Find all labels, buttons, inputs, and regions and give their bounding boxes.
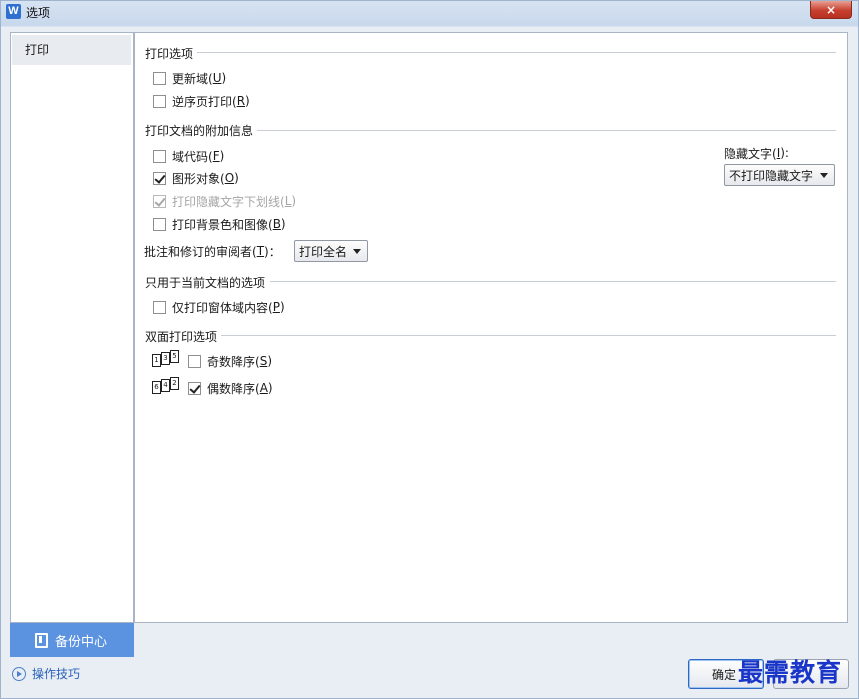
- chevron-down-icon: [353, 249, 361, 254]
- option-label: 隐藏文字(: [724, 146, 777, 161]
- dialog-title: 选项: [26, 6, 51, 20]
- option-label: 图形对象(: [172, 171, 225, 186]
- even-reverse-checkbox[interactable]: [188, 381, 201, 395]
- backup-icon: [35, 632, 48, 648]
- odd-pages-icon: 1 3 5: [152, 350, 184, 370]
- accelerator-key: A: [259, 381, 268, 395]
- sidebar: 打印: [10, 32, 134, 623]
- ok-button-label: 确定: [711, 667, 736, 682]
- wps-writer-icon: W: [6, 4, 21, 19]
- page-icon: 4: [161, 379, 170, 392]
- watermark: 最需教育: [738, 658, 843, 687]
- option-label: 奇数降序(: [207, 354, 260, 369]
- update-fields-option[interactable]: 更新域(U): [153, 70, 226, 86]
- hidden-underline-checkbox: [153, 194, 166, 208]
- group-title-extra-info: 打印文档的附加信息: [145, 122, 258, 139]
- option-label-end: )：: [264, 244, 281, 259]
- field-codes-option[interactable]: 域代码(F): [153, 148, 224, 164]
- option-label-end: ): [219, 149, 225, 163]
- hidden-underline-option: 打印隐藏文字下划线(L): [153, 193, 296, 209]
- accelerator-key: O: [224, 171, 235, 185]
- divider: [245, 130, 836, 131]
- option-label: 打印背景色和图像(: [172, 217, 273, 232]
- group-title-current-doc: 只用于当前文档的选项: [145, 274, 270, 291]
- update-fields-checkbox[interactable]: [153, 71, 166, 85]
- field-codes-checkbox[interactable]: [153, 149, 166, 163]
- backup-center-label: 备份中心: [55, 634, 108, 650]
- accelerator-key: B: [272, 217, 281, 231]
- options-dialog: W 选项 × 打印 备份中心 操作技巧 打印选项 更新域(U) 逆序页打印(R)…: [0, 0, 859, 699]
- option-label-end: ):: [780, 146, 789, 160]
- page-icon: 2: [170, 377, 179, 390]
- even-reverse-option[interactable]: 偶数降序(A): [188, 380, 273, 396]
- accelerator-key: T: [256, 244, 265, 258]
- group-title-print-options: 打印选项: [145, 45, 198, 62]
- accelerator-key: R: [236, 94, 246, 108]
- accelerator-key: S: [259, 354, 268, 368]
- option-label-end: ): [234, 171, 239, 185]
- option-label-end: ): [267, 354, 272, 368]
- sidebar-item-print[interactable]: 打印: [12, 35, 131, 65]
- tips-label: 操作技巧: [32, 667, 81, 681]
- tips-link[interactable]: 操作技巧: [12, 665, 80, 682]
- group-title-duplex: 双面打印选项: [145, 328, 222, 345]
- divider: [270, 281, 836, 282]
- form-fields-checkbox[interactable]: [153, 300, 166, 314]
- hidden-text-select[interactable]: 不打印隐藏文字: [724, 164, 835, 186]
- even-pages-icon: 6 4 2: [152, 377, 184, 397]
- hidden-text-select-value: 不打印隐藏文字: [729, 168, 814, 183]
- drawing-objects-option[interactable]: 图形对象(O): [153, 170, 239, 186]
- reviewer-select-value: 打印全名: [299, 244, 348, 259]
- background-checkbox[interactable]: [153, 217, 166, 231]
- accelerator-key: U: [212, 71, 222, 85]
- reverse-order-checkbox[interactable]: [153, 94, 166, 108]
- odd-reverse-option[interactable]: 奇数降序(S): [188, 353, 272, 369]
- close-button[interactable]: ×: [810, 1, 852, 19]
- page-icon: 6: [152, 381, 161, 394]
- backup-center-button[interactable]: 备份中心: [10, 623, 134, 657]
- reverse-order-option[interactable]: 逆序页打印(R): [153, 93, 250, 109]
- option-label: 偶数降序(: [207, 381, 260, 396]
- option-label: 批注和修订的审阅者(: [144, 244, 257, 259]
- page-icon: 3: [161, 352, 170, 365]
- option-label: 逆序页打印(: [172, 94, 237, 109]
- odd-reverse-checkbox[interactable]: [188, 354, 201, 368]
- accelerator-key: F: [212, 149, 220, 163]
- option-label-end: ): [221, 71, 227, 85]
- divider: [195, 52, 836, 53]
- background-option[interactable]: 打印背景色和图像(B): [153, 216, 286, 232]
- accelerator-key: L: [284, 194, 292, 208]
- option-label-end: ): [291, 194, 297, 208]
- option-label-end: ): [267, 381, 273, 395]
- title-bar: W 选项 ×: [1, 1, 858, 23]
- option-label-end: ): [279, 300, 285, 314]
- sidebar-item-label: 打印: [25, 43, 50, 57]
- reviewer-label: 批注和修订的审阅者(T)：: [144, 243, 281, 259]
- option-label: 打印隐藏文字下划线(: [172, 194, 285, 209]
- option-label-end: ): [245, 94, 250, 108]
- drawing-objects-checkbox[interactable]: [153, 171, 166, 185]
- page-icon: 1: [152, 354, 161, 367]
- option-label: 更新域(: [172, 71, 213, 86]
- option-label-end: ): [280, 217, 286, 231]
- page-icon: 5: [170, 350, 179, 363]
- divider: [221, 335, 836, 336]
- option-label: 仅打印窗体域内容(: [172, 300, 273, 315]
- print-settings-panel: 打印选项 更新域(U) 逆序页打印(R) 打印文档的附加信息 域代码(F) 图形…: [134, 32, 848, 623]
- chevron-down-icon: [820, 173, 828, 178]
- reviewer-select[interactable]: 打印全名: [294, 240, 368, 262]
- play-circle-icon: [12, 666, 26, 681]
- hidden-text-label: 隐藏文字(I):: [724, 145, 789, 161]
- form-fields-option[interactable]: 仅打印窗体域内容(P): [153, 299, 285, 315]
- option-label: 域代码(: [172, 149, 213, 164]
- accelerator-key: P: [272, 300, 280, 314]
